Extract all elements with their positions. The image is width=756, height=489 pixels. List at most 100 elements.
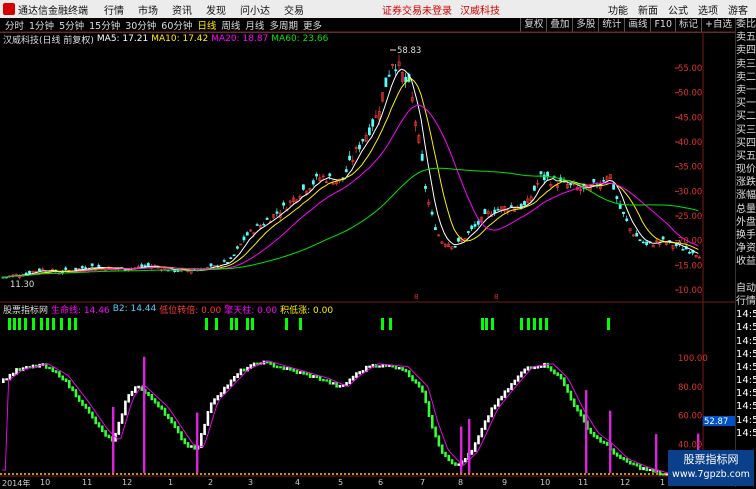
candle-body [618,203,622,209]
signal-bar [545,318,548,330]
sub-bar [137,385,140,389]
pillar-bar [468,418,471,473]
candle-body [173,270,177,272]
sub-bar [490,407,493,418]
signal-bar [13,318,16,330]
candle-body [358,144,361,150]
sub-bar [605,441,609,446]
sub-bar [589,427,592,434]
candle-body [602,179,606,182]
candle-body [242,236,246,241]
b2-value: B2: 14.44 [112,304,157,314]
signal-bar [205,318,208,330]
ma20-value: MA20: 18.87 [211,34,269,44]
sub-indicator-title[interactable]: 股票指标网 [3,303,48,316]
candle-body [420,154,424,161]
sub-bar [160,405,163,410]
signal-bar [299,318,302,330]
sub-bar [308,373,312,379]
date-tick: 2 [208,478,214,487]
ma5-value: MA5: 17.21 [96,34,149,44]
candle-body [301,184,305,190]
sub-bar [97,422,101,428]
candle-body [612,184,616,190]
candle-body [622,211,625,214]
sidebar-item-31: 14:56 [736,427,756,439]
sub-bar [510,383,513,391]
candle-body [457,237,460,242]
signal-bar [485,318,488,330]
ma5-line [1,68,699,278]
chart-canvas[interactable]: 55.00 50.00 45.00 40.00 35.00 30.00 25.00 20.00… [0,0,735,487]
sub-bar [213,398,216,405]
candle-body [245,232,249,236]
sub-bar [563,377,566,387]
date-axis: 2014年10111212345678910111212 [0,478,735,488]
sub-bar [5,378,8,381]
sidebar-item-20: 自动 [736,282,756,294]
main-indicator-bar: 汉威科技(日线 前复权) MA5: 17.21 MA10: 17.42 MA20… [0,33,328,46]
sub-bar [332,382,335,385]
sub-bar [629,460,632,465]
sub-bar [101,425,104,433]
sub-bar [305,372,309,376]
signal-bar [68,318,71,330]
candle-body [265,217,269,220]
sidebar-item-30: 14:56 [736,414,756,426]
sidebar-item-24: 14:56 [736,335,756,347]
sub-bar [84,403,88,409]
sidebar-item-4: 卖二 [736,71,756,83]
signal-bar [74,318,77,330]
sub-bar [242,368,246,372]
pillar-bar [609,410,612,473]
sub-bar [401,367,404,371]
sidebar-item-28: 14:56 [736,388,756,400]
candle-body [255,224,259,226]
sidebar-item-10: 买五 [736,150,756,162]
pillar-bar [655,434,658,473]
candle-body [483,209,487,214]
candle-body [97,264,101,268]
sub-bar [236,373,239,378]
sub-bar [51,367,55,373]
sub-bar [447,454,451,462]
candle-body [367,127,371,135]
candle-body [470,225,474,230]
signal-bar [60,318,63,330]
sub-bar [295,369,299,374]
sub-bar [444,451,447,457]
sub-bar [394,365,398,370]
candle-body [315,173,319,177]
candle-body [569,183,573,186]
candle-body [222,260,226,262]
sub-bar [163,407,167,416]
candle-body [348,155,352,161]
sub-bar [322,378,325,382]
sub-bar [622,456,625,461]
sub-bar [186,442,190,448]
date-tick: 2014年 [2,479,31,488]
sub-bar [48,366,51,370]
sub-bar [157,401,160,408]
candle-body [615,196,619,200]
signal-bar [215,318,218,330]
signal-bar [285,318,288,330]
signal-bar [607,318,610,330]
sub-bar [450,459,454,465]
sidebar-item-15: 外盘 [736,216,756,228]
candle-body [532,185,536,191]
sub-bar [417,381,421,388]
sub-bar [454,462,457,466]
sidebar-item-2: 卖四 [736,45,756,57]
candle-body [661,236,665,240]
sidebar-item-25: 14:56 [736,348,756,360]
sub-bar [483,420,487,430]
pillar-bar [112,406,115,473]
sub-bar [572,398,576,408]
sidebar-item-12: 涨跌 [736,177,756,189]
quote-sidebar: 委比 卖五 卖四 卖三 卖二 卖一 买一 买二 买三 买四 买五 现价 涨跌 涨幅 总量 外盘 换手 净资 收益 自动… [735,18,756,487]
candle-body [262,223,266,226]
sub-bar [229,379,233,387]
sidebar-item-3: 卖三 [736,58,756,70]
ma60-line [1,167,699,278]
